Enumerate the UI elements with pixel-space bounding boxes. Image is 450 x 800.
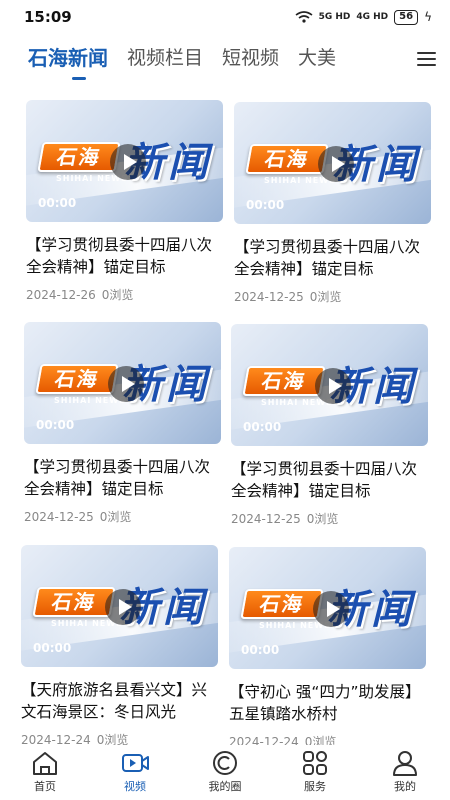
video-duration: 00:00 [33,641,72,655]
video-thumbnail[interactable]: 石海 新闻 SHIHAI NEWS 00:00 [21,545,218,667]
video-duration: 00:00 [246,198,285,212]
video-date: 2024-12-25 [231,512,301,526]
video-meta: 2024-12-26 0浏览 [26,286,223,303]
bottom-nav: 首页 视频 我的圈 服务 我的 [0,745,450,800]
video-meta: 2024-12-25 0浏览 [24,508,221,525]
video-date: 2024-12-25 [234,290,304,304]
charging-icon: ϟ [424,10,432,24]
grid-icon [303,751,327,775]
wifi-icon [295,11,313,23]
video-date: 2024-12-26 [26,288,96,302]
video-thumbnail[interactable]: 石海 新闻 SHIHAI NEWS 00:00 [234,102,431,224]
play-icon[interactable] [108,366,144,402]
video-title[interactable]: 【天府旅游名县看兴文】兴文石海景区：冬日风光 [21,679,218,723]
nav-services[interactable]: 服务 [280,750,350,794]
video-views: 0浏览 [101,288,134,302]
video-icon [122,754,149,772]
play-icon[interactable] [110,144,146,180]
thumb-logo: 石海 [37,142,121,172]
nav-label: 视频 [124,780,146,793]
circle-icon [213,751,237,775]
nav-video[interactable]: 视频 [100,750,170,794]
video-duration: 00:00 [243,420,282,434]
play-icon[interactable] [313,591,349,627]
video-meta: 2024-12-25 0浏览 [234,288,431,305]
signal-1-icon: 5G HD [318,12,351,22]
nav-home[interactable]: 首页 [10,750,80,794]
video-title[interactable]: 【学习贯彻县委十四届八次全会精神】锚定目标 [26,234,223,278]
video-duration: 00:00 [36,418,75,432]
menu-icon[interactable] [417,52,436,66]
video-card[interactable]: 石海 新闻 SHIHAI NEWS 00:00 【学习贯彻县委十四届八次全会精神… [26,100,223,303]
thumb-logo: 石海 [35,364,119,394]
status-bar: 15:09 5G HD 4G HD 56 ϟ [0,0,450,34]
video-views: 0浏览 [309,290,342,304]
nav-label: 首页 [34,780,56,793]
thumb-logo: 石海 [245,144,329,174]
video-card[interactable]: 石海 新闻 SHIHAI NEWS 00:00 【学习贯彻县委十四届八次全会精神… [234,102,431,305]
play-icon[interactable] [105,589,141,625]
video-duration: 00:00 [38,196,77,210]
video-thumbnail[interactable]: 石海 新闻 SHIHAI NEWS 00:00 [231,324,428,446]
nav-label: 我的 [394,780,416,793]
user-icon [393,751,417,776]
status-time: 15:09 [24,8,72,26]
tab-damei[interactable]: 大美 [298,43,338,70]
tab-video-columns[interactable]: 视频栏目 [127,43,203,70]
nav-label: 服务 [304,780,326,793]
battery-icon: 56 [394,9,419,25]
thumb-logo: 石海 [240,589,324,619]
nav-my-circle[interactable]: 我的圈 [190,750,260,794]
tabs-fade [370,40,410,74]
video-meta: 2024-12-25 0浏览 [231,510,428,527]
video-card[interactable]: 石海 新闻 SHIHAI NEWS 00:00 【学习贯彻县委十四届八次全会精神… [24,322,221,525]
status-icons: 5G HD 4G HD 56 ϟ [295,9,432,25]
nav-label: 我的圈 [208,780,242,793]
video-date: 2024-12-25 [24,510,94,524]
video-views: 0浏览 [99,510,132,524]
video-duration: 00:00 [241,643,280,657]
video-card[interactable]: 石海 新闻 SHIHAI NEWS 00:00 【学习贯彻县委十四届八次全会精神… [231,324,428,527]
tab-shihai-news[interactable]: 石海新闻 [28,42,108,80]
thumb-logo: 石海 [32,587,116,617]
video-thumbnail[interactable]: 石海 新闻 SHIHAI NEWS 00:00 [26,100,223,222]
thumb-logo: 石海 [242,366,326,396]
video-title[interactable]: 【守初心 强“四力”助发展】五星镇踏水桥村 [229,681,426,725]
home-icon [33,752,57,775]
play-icon[interactable] [318,146,354,182]
nav-profile[interactable]: 我的 [370,750,440,794]
video-thumbnail[interactable]: 石海 新闻 SHIHAI NEWS 00:00 [24,322,221,444]
video-title[interactable]: 【学习贯彻县委十四届八次全会精神】锚定目标 [234,236,431,280]
video-title[interactable]: 【学习贯彻县委十四届八次全会精神】锚定目标 [24,456,221,500]
video-views: 0浏览 [306,512,339,526]
video-thumbnail[interactable]: 石海 新闻 SHIHAI NEWS 00:00 [229,547,426,669]
video-card[interactable]: 石海 新闻 SHIHAI NEWS 00:00 【天府旅游名县看兴文】兴文石海景… [21,545,218,748]
video-card[interactable]: 石海 新闻 SHIHAI NEWS 00:00 【守初心 强“四力”助发展】五星… [229,547,426,750]
tab-short-video[interactable]: 短视频 [222,43,279,70]
signal-2-icon: 4G HD [356,12,389,22]
video-title[interactable]: 【学习贯彻县委十四届八次全会精神】锚定目标 [231,458,428,502]
play-icon[interactable] [315,368,351,404]
